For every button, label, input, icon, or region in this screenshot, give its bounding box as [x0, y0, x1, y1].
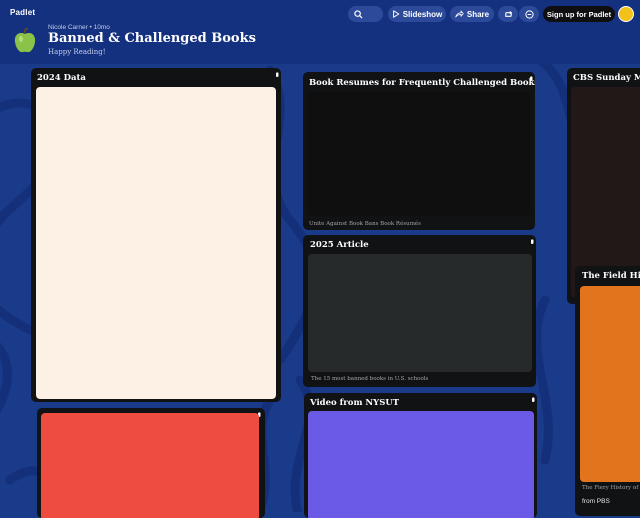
- post-attachment-preview[interactable]: [580, 286, 640, 482]
- apple-icon: [14, 28, 36, 53]
- post-attachment-image[interactable]: [41, 413, 259, 518]
- post-card-red[interactable]: •••: [37, 408, 265, 518]
- post-card-2025-article[interactable]: 2025 Article ••• The 15 most banned book…: [303, 235, 536, 387]
- padlet-logo[interactable]: Padlet: [10, 8, 35, 17]
- share-button[interactable]: Share: [450, 6, 494, 22]
- play-icon: [392, 10, 399, 18]
- post-card-book-resumes[interactable]: Book Resumes for Frequently Challenged B…: [303, 72, 535, 230]
- video-thumbnail[interactable]: [308, 411, 534, 518]
- more-options-icon[interactable]: •••: [526, 76, 535, 79]
- post-card-2024-data[interactable]: 2024 Data •••: [31, 68, 281, 402]
- attachment-caption: The 15 most banned books in U.S. schools: [311, 376, 429, 382]
- slideshow-button[interactable]: Slideshow: [388, 6, 446, 22]
- post-title: 2024 Data: [37, 73, 86, 83]
- share-label: Share: [466, 9, 490, 19]
- board-header: Padlet Nicole Carner • 10mo Banned & Cha…: [0, 0, 640, 64]
- avatar[interactable]: [618, 6, 634, 22]
- page-title: Banned & Challenged Books: [48, 31, 256, 46]
- post-title: CBS Sunday Mor: [573, 73, 640, 83]
- post-attachment-image[interactable]: [36, 87, 276, 399]
- post-attachment-preview[interactable]: [308, 254, 532, 372]
- page-subtitle: Happy Reading!: [48, 48, 106, 56]
- remix-button[interactable]: [498, 6, 518, 22]
- more-options-icon[interactable]: •••: [527, 239, 536, 242]
- post-card-field-history[interactable]: The Field Histo The Fiery History of fro…: [575, 266, 640, 516]
- more-options-icon[interactable]: •••: [272, 72, 281, 75]
- attachment-source: from PBS: [582, 498, 610, 505]
- attachment-caption: The Fiery History of: [582, 485, 639, 491]
- minus-circle-icon: [524, 9, 534, 19]
- attachment-caption: Unite Against Book Bans Book Résumés: [309, 221, 421, 227]
- share-arrow-icon: [455, 10, 464, 18]
- author-meta: Nicole Carner • 10mo: [48, 24, 110, 31]
- search-button[interactable]: [348, 6, 383, 22]
- slideshow-label: Slideshow: [402, 9, 443, 19]
- post-title: 2025 Article: [310, 240, 369, 250]
- zoom-out-button[interactable]: [519, 6, 539, 22]
- post-title: Video from NYSUT: [310, 398, 400, 408]
- more-options-icon[interactable]: •••: [528, 397, 537, 400]
- post-title: The Field Histo: [582, 271, 640, 281]
- remix-icon: [504, 10, 512, 17]
- post-attachment-preview[interactable]: [308, 92, 530, 216]
- post-title: Book Resumes for Frequently Challenged B…: [309, 78, 535, 88]
- post-card-nysut-video[interactable]: Video from NYSUT •••: [304, 393, 537, 518]
- search-icon: [354, 9, 363, 19]
- sign-up-button[interactable]: Sign up for Padlet: [543, 6, 615, 22]
